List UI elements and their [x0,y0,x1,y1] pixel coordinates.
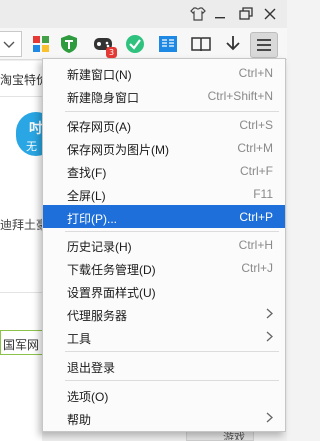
menu-item-label: 新建隐身窗口 [67,91,140,105]
menu-item-shortcut: F11 [253,187,273,201]
book-icon[interactable] [190,33,212,55]
hamburger-icon [257,39,271,51]
title-bar [0,0,287,28]
menu-item-shortcut: Ctrl+Shift+N [207,89,273,103]
divider [0,292,42,293]
close-icon[interactable] [260,4,280,24]
menu-item-interface-style[interactable]: 设置界面样式(U) [43,279,285,302]
menu-separator [65,111,279,112]
restore-icon[interactable] [236,4,256,24]
page-link-3: 国军网 [3,338,40,352]
menu-item-label: 帮助 [67,413,92,427]
page-link-1[interactable]: 淘宝特价 [0,71,48,88]
menu-item-label: 选项(O) [67,390,109,404]
menu-item-logout[interactable]: 退出登录 [43,354,285,377]
menu-item-shortcut: Ctrl+S [239,118,273,132]
notification-badge: 3 [106,47,117,58]
menu-item-label: 下载任务管理(D) [67,263,156,277]
menu-item-shortcut: Ctrl+F [240,164,273,178]
menu-item-help[interactable]: 帮助 [43,406,285,429]
menu-item-save-page[interactable]: 保存网页(A) Ctrl+S [43,113,285,136]
menu-item-downloads[interactable]: 下载任务管理(D) Ctrl+J [43,256,285,279]
menu-item-label: 退出登录 [67,361,116,375]
menu-item-label: 设置界面样式(U) [67,286,156,300]
shield-icon[interactable] [58,33,80,55]
page-link-box[interactable]: 国军网 [0,330,44,355]
menu-item-proxy-server[interactable]: 代理服务器 [43,302,285,325]
menu-separator [65,351,279,352]
menu-separator [65,231,279,232]
menu-item-shortcut: Ctrl+M [237,141,273,155]
menu-item-new-window[interactable]: 新建窗口(N) Ctrl+N [43,61,285,84]
menu-item-label: 新建窗口(N) [67,68,132,82]
promo-subtext: 无 [26,141,37,153]
menu-item-print[interactable]: 打印(P)... Ctrl+P [43,205,285,228]
menu-item-shortcut: Ctrl+P [239,210,273,224]
game-controller-icon[interactable]: 3 [92,33,117,58]
minimize-icon[interactable] [210,4,230,24]
chevron-right-icon [266,331,273,342]
menu-item-tools[interactable]: 工具 [43,325,285,348]
menu-item-label: 保存网页为图片(M) [67,143,169,157]
checkmark-icon[interactable] [124,33,146,55]
main-menu: 新建窗口(N) Ctrl+N 新建隐身窗口 Ctrl+Shift+N 保存网页(… [42,58,286,432]
menu-item-label: 代理服务器 [67,309,128,323]
toolbar: 3 [0,28,287,60]
chevron-down-icon [3,41,15,48]
menu-item-find[interactable]: 查找(F) Ctrl+F [43,159,285,182]
address-dropdown[interactable] [0,31,22,57]
menu-item-fullscreen[interactable]: 全屏(L) F11 [43,182,285,205]
skin-icon[interactable] [188,4,208,24]
chevron-right-icon [266,412,273,423]
menu-item-save-page-as-image[interactable]: 保存网页为图片(M) Ctrl+M [43,136,285,159]
menu-item-label: 全屏(L) [67,189,106,203]
menu-item-shortcut: Ctrl+H [238,238,273,252]
menu-item-label: 工具 [67,332,92,346]
apps-grid-icon[interactable] [30,33,52,55]
menu-item-label: 查找(F) [67,166,107,180]
menu-item-label: 保存网页(A) [67,120,131,134]
menu-separator [65,380,279,381]
menu-item-label: 历史记录(H) [67,240,132,254]
download-icon[interactable] [222,33,244,55]
menu-item-options[interactable]: 选项(O) [43,383,285,406]
chevron-right-icon [266,308,273,319]
browser-window: 3 淘宝特价 吋 无 迪拜土豪 国军网 游戏 新建窗口(N) Ctrl+N 新建… [0,0,287,441]
menu-item-shortcut: Ctrl+J [241,261,273,275]
menu-item-new-incognito-window[interactable]: 新建隐身窗口 Ctrl+Shift+N [43,84,285,107]
divider [0,96,42,97]
reader-icon[interactable] [157,33,179,55]
promo-text: 吋 [29,120,43,136]
page-link-2[interactable]: 迪拜土豪 [0,216,48,233]
menu-item-history[interactable]: 历史记录(H) Ctrl+H [43,233,285,256]
main-menu-button[interactable] [250,32,278,58]
menu-item-label: 打印(P)... [67,212,117,226]
menu-item-shortcut: Ctrl+N [238,66,273,80]
